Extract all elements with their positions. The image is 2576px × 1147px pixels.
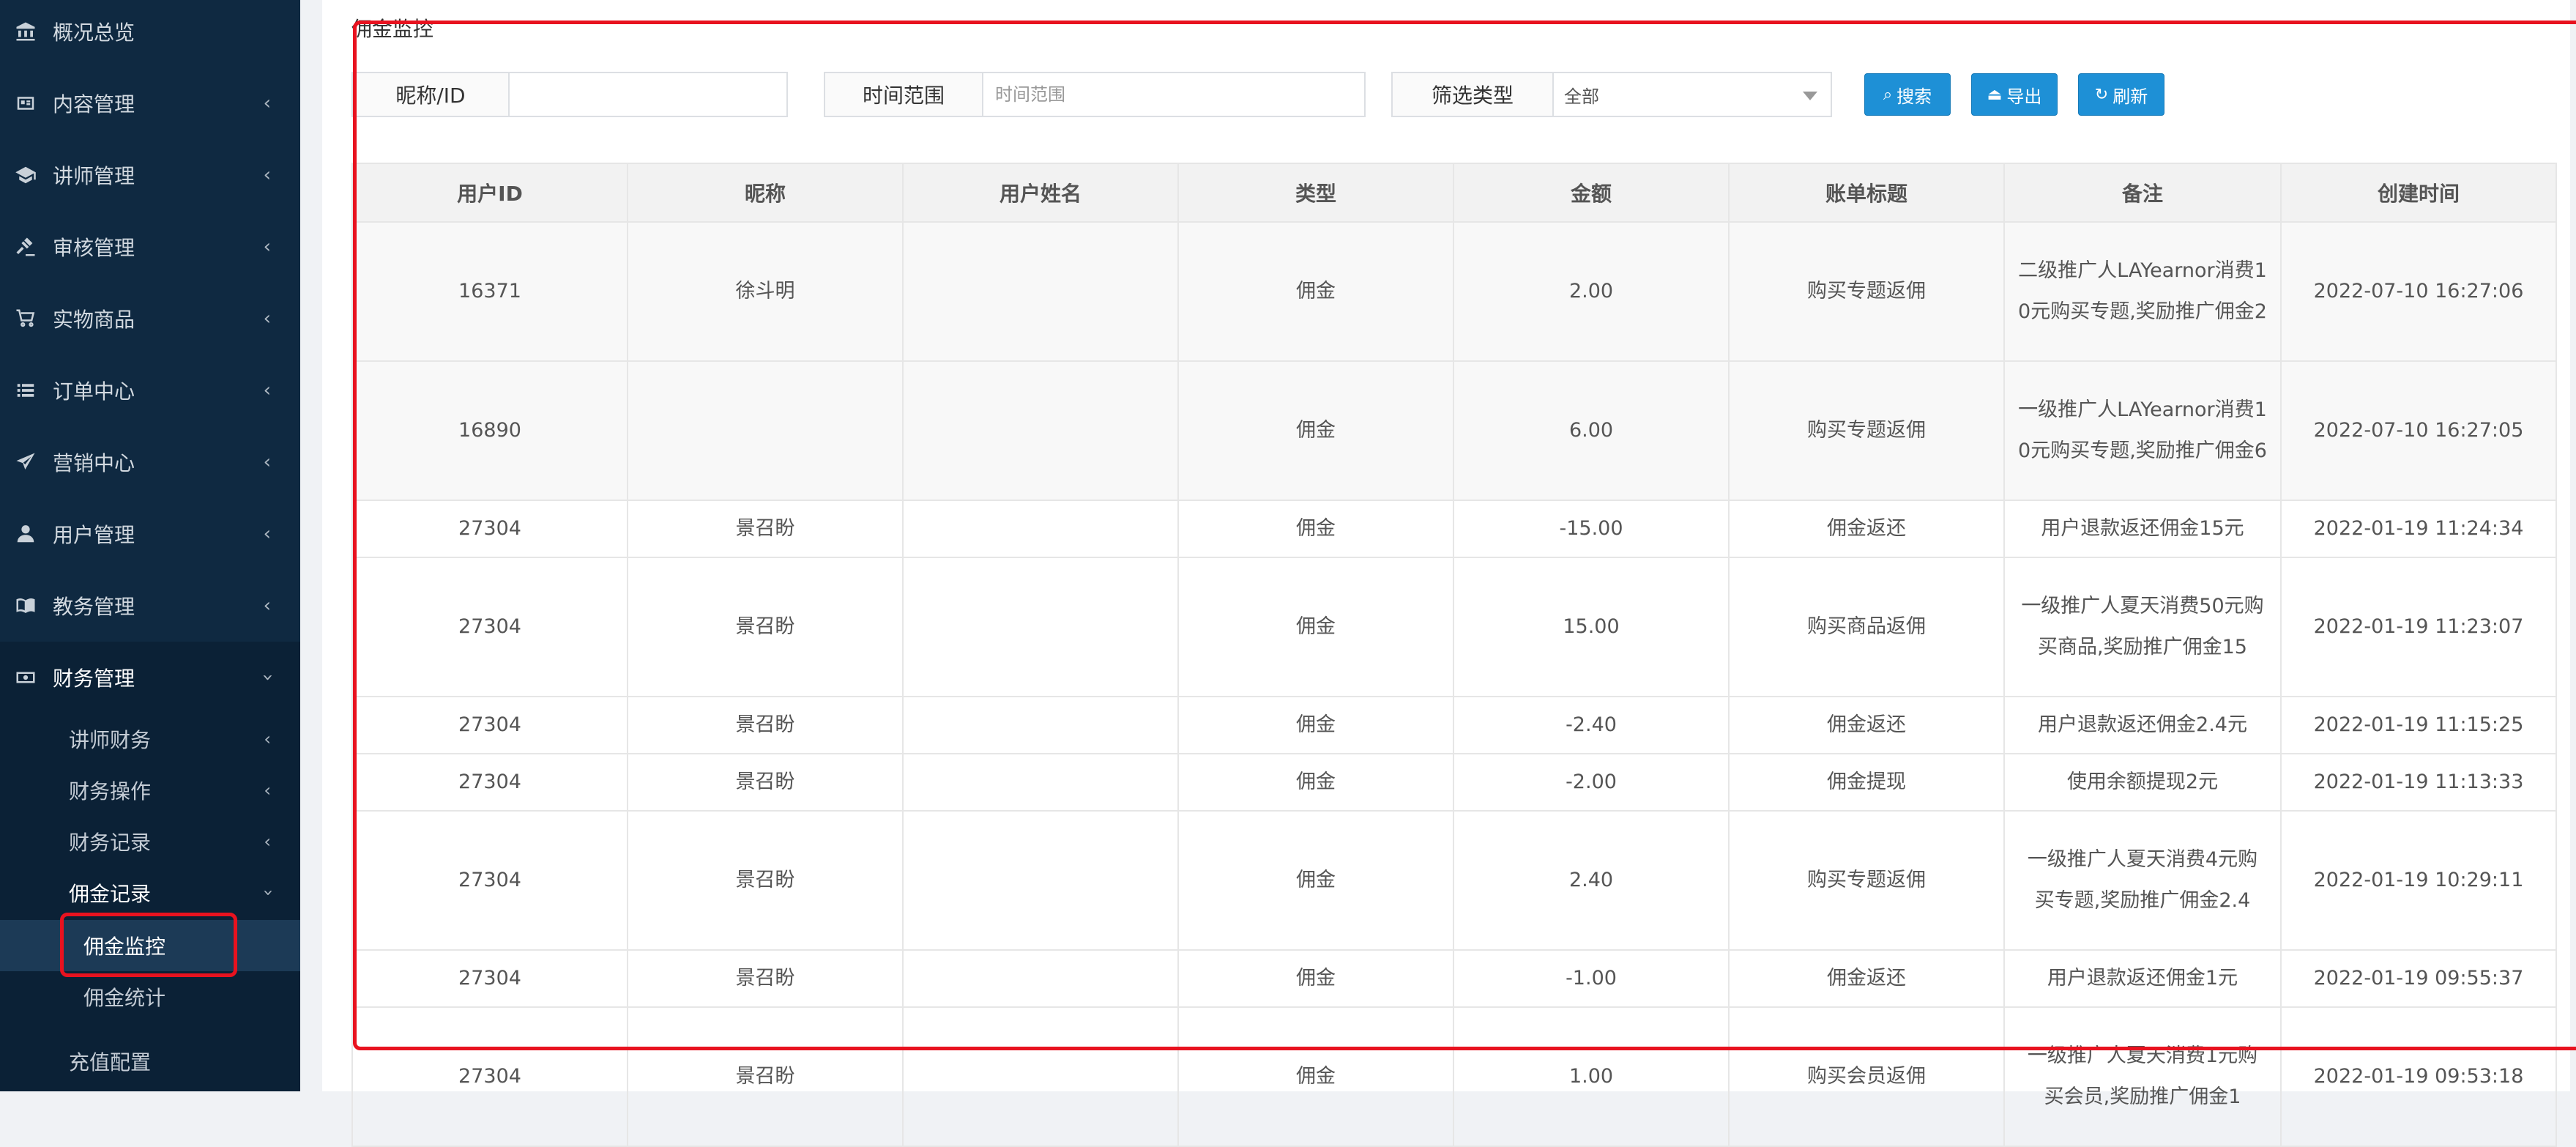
sidebar-item-orders[interactable]: 订单中心 ‹: [0, 355, 300, 426]
chevron-left-icon: ‹: [263, 451, 271, 473]
sidebar-item-label: 概况总览: [53, 21, 135, 45]
chevron-left-icon: ‹: [263, 164, 271, 186]
sidebar-subitem-recharge-config[interactable]: 充值配置: [0, 1036, 300, 1087]
sidebar-item-academic[interactable]: 教务管理 ‹: [0, 570, 300, 642]
sidebar-item-overview[interactable]: 概况总览: [0, 0, 300, 67]
graduation-cap-icon: [13, 163, 38, 188]
highlight-box: [353, 21, 2576, 1050]
chevron-left-icon: ‹: [263, 379, 271, 401]
book-icon: [13, 593, 38, 618]
chevron-down-icon: ‹: [257, 889, 278, 897]
sidebar-item-lecturer[interactable]: 讲师管理 ‹: [0, 139, 300, 211]
chevron-left-icon: ‹: [263, 308, 271, 330]
send-icon: [13, 450, 38, 475]
cart-icon: [13, 306, 38, 331]
highlight-box: [60, 913, 237, 977]
chevron-left-icon: ‹: [264, 780, 271, 801]
user-icon: [13, 521, 38, 546]
chevron-left-icon: ‹: [263, 523, 271, 545]
sidebar-item-label: 营销中心: [53, 451, 135, 475]
sidebar-item-review[interactable]: 审核管理 ‹: [0, 211, 300, 283]
sidebar: 概况总览 内容管理 ‹ 讲师管理 ‹ 审核管理 ‹ 实物商品 ‹ 订单中心 ‹: [0, 0, 300, 1091]
gavel-icon: [13, 234, 38, 259]
sidebar-item-label: 财务管理: [53, 667, 135, 691]
sidebar-item-finance[interactable]: 财务管理 ‹: [0, 642, 300, 713]
bank-icon: [13, 19, 38, 44]
sidebar-item-goods[interactable]: 实物商品 ‹: [0, 283, 300, 355]
chevron-left-icon: ‹: [264, 831, 271, 852]
sidebar-subitem-finance-operation[interactable]: 财务操作 ‹: [0, 765, 300, 816]
sidebar-item-content[interactable]: 内容管理 ‹: [0, 67, 300, 139]
sidebar-subitem-label: 佣金统计: [83, 986, 166, 1010]
main-content: 佣金监控 昵称/ID 时间范围 筛选类型 全部 ⌕ 搜索 ⏏ 导出 ↻ 刷新: [300, 0, 2576, 1147]
sidebar-item-label: 讲师管理: [53, 164, 135, 188]
sidebar-subitem-label: 充值配置: [69, 1050, 152, 1074]
sidebar-item-users[interactable]: 用户管理 ‹: [0, 498, 300, 570]
sidebar-subitem-finance-records[interactable]: 财务记录 ‹: [0, 816, 300, 867]
sidebar-item-label: 教务管理: [53, 595, 135, 619]
sidebar-item-marketing[interactable]: 营销中心 ‹: [0, 426, 300, 498]
sidebar-item-label: 内容管理: [53, 92, 135, 116]
chevron-down-icon: ‹: [256, 673, 278, 682]
sidebar-subitem-label: 佣金记录: [69, 882, 152, 906]
sidebar-subitem-commission-stats[interactable]: 佣金统计: [0, 971, 300, 1022]
chevron-left-icon: ‹: [263, 236, 271, 258]
sidebar-subitem-label: 讲师财务: [69, 728, 152, 752]
money-icon: [13, 665, 38, 690]
chevron-left-icon: ‹: [263, 92, 271, 114]
sidebar-item-label: 用户管理: [53, 523, 135, 547]
sidebar-item-label: 审核管理: [53, 236, 135, 260]
sidebar-item-label: 订单中心: [53, 379, 135, 404]
list-icon: [13, 378, 38, 403]
sidebar-subitem-commission-records[interactable]: 佣金记录 ‹: [0, 867, 300, 918]
chevron-left-icon: ‹: [263, 595, 271, 617]
chevron-left-icon: ‹: [264, 729, 271, 749]
commission-panel: 佣金监控 昵称/ID 时间范围 筛选类型 全部 ⌕ 搜索 ⏏ 导出 ↻ 刷新: [322, 0, 2576, 1147]
newspaper-icon: [13, 91, 38, 116]
sidebar-subitem-lecturer-finance[interactable]: 讲师财务 ‹: [0, 713, 300, 765]
sidebar-item-label: 实物商品: [53, 308, 135, 332]
sidebar-subitem-label: 财务记录: [69, 831, 152, 855]
sidebar-subitem-label: 财务操作: [69, 779, 152, 803]
